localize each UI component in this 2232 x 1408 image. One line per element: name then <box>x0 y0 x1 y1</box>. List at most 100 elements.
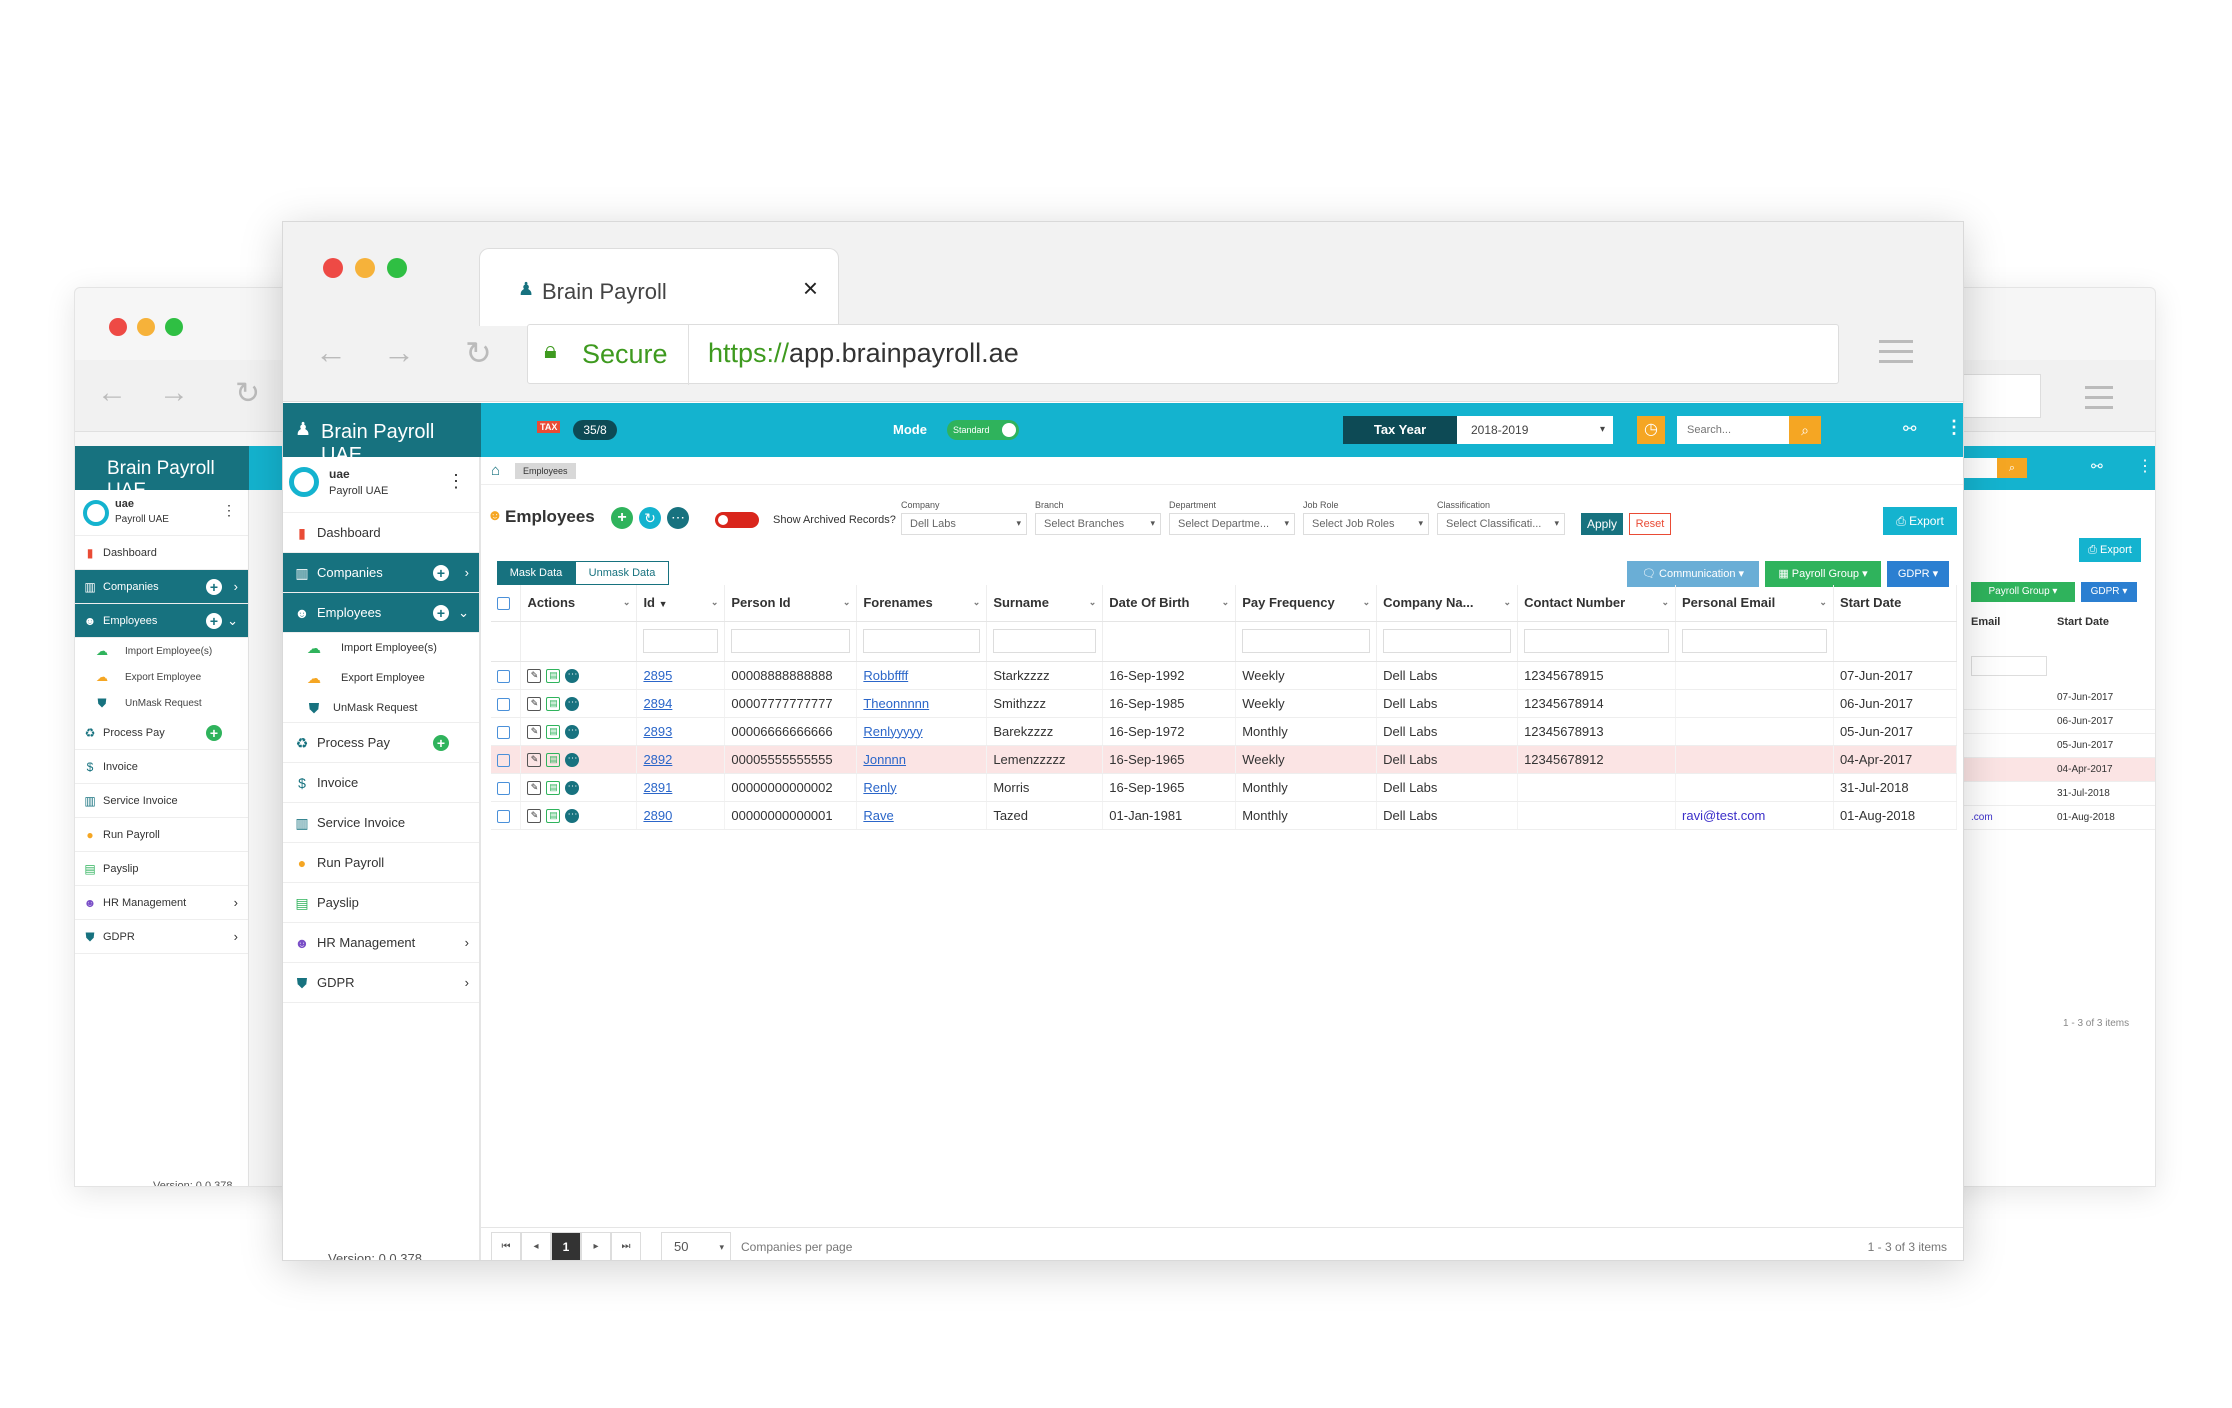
table-row[interactable]: ✎ ▤ ⋯ 2891 00000000000002 Renly Morris 16-Sep-1… <box>491 773 1958 802</box>
sidebar-item-invoice[interactable]: $ Invoice <box>283 763 479 803</box>
sidebar-item-import[interactable]: ☁ Import Employee(s) <box>283 633 479 663</box>
sidebar-item-payslip[interactable]: ▤ Payslip <box>283 883 479 923</box>
forename-link[interactable]: Robbffff <box>863 668 908 683</box>
table-row[interactable]: ✎ ▤ ⋯ 2892 00005555555555 Jonnnn Lemenzzzzz 16-… <box>491 745 1958 774</box>
count-badge[interactable]: 35/8 <box>573 420 617 440</box>
column-surname[interactable]: Surname ⌄ <box>986 585 1104 622</box>
row-checkbox[interactable] <box>497 781 510 795</box>
add-icon[interactable]: + <box>433 735 449 751</box>
document-icon[interactable]: ▤ <box>546 724 561 739</box>
add-icon[interactable]: + <box>206 579 222 595</box>
forename-link[interactable]: Renly <box>863 780 896 795</box>
forename-link[interactable]: Renlyyyyy <box>863 724 922 739</box>
filter-classification[interactable]: Select Classificati... <box>1437 513 1565 535</box>
address-bar[interactable]: 🔒︎ Secure https://app.brainpayroll.ae <box>527 324 1839 385</box>
sidebar-item-unmask[interactable]: ⛊ UnMask Request <box>283 693 479 723</box>
filter-forenames-input[interactable] <box>863 629 981 653</box>
personal-email[interactable]: ravi@test.com <box>1682 808 1765 823</box>
gdpr-button[interactable]: GDPR ▾ <box>2081 582 2137 602</box>
employee-id-link[interactable]: 2893 <box>643 724 672 739</box>
employee-id-link[interactable]: 2891 <box>643 780 672 795</box>
kebab-icon[interactable]: ⋮ <box>2137 456 2153 476</box>
document-icon[interactable]: ▤ <box>546 752 561 767</box>
more-icon[interactable]: ⋯ <box>667 507 689 529</box>
sidebar-item-gdpr[interactable]: ⛊ GDPR › <box>283 963 479 1003</box>
sidebar-item-process-pay[interactable]: ♻ Process Pay + <box>283 723 479 763</box>
refresh-icon[interactable]: ↻ <box>639 507 661 529</box>
share-icon[interactable]: ⚯ <box>1903 419 1916 439</box>
sidebar-item-unmask[interactable]: ⛊ UnMask Request <box>75 690 248 716</box>
prev-page-icon[interactable]: ◂ <box>521 1232 551 1260</box>
table-row[interactable]: ✎ ▤ ⋯ 2890 00000000000001 Rave Tazed 01-Jan-198… <box>491 801 1958 830</box>
search-icon[interactable]: ⌕ <box>1789 416 1821 444</box>
sidebar-item-run-payroll[interactable]: ● Run Payroll <box>75 818 248 852</box>
edit-icon[interactable]: ✎ <box>527 808 542 823</box>
column-start-date[interactable]: Start Date <box>1833 585 1958 622</box>
filter-frequency-input[interactable] <box>1242 629 1371 653</box>
page-size-select[interactable]: 50 ▾ <box>661 1232 731 1260</box>
share-icon[interactable]: ⚯ <box>2091 458 2103 475</box>
row-checkbox[interactable] <box>497 697 510 711</box>
clock-icon[interactable]: ◷ <box>1637 416 1665 444</box>
minimize-dot-icon[interactable] <box>355 258 375 278</box>
sidebar-item-employees[interactable]: ☻ Employees + ⌄ <box>283 593 479 633</box>
payroll-group-button[interactable]: ▦ Payroll Group ▾ <box>1765 561 1881 587</box>
document-icon[interactable]: ▤ <box>546 668 561 683</box>
browser-menu-icon[interactable] <box>1879 340 1913 370</box>
tax-year-select[interactable]: 2018-2019 ▾ <box>1457 416 1613 444</box>
brand[interactable]: ♟ Brain Payroll UAE <box>283 403 481 466</box>
home-icon[interactable]: ⌂ <box>491 462 500 479</box>
edit-icon[interactable]: ✎ <box>527 724 542 739</box>
filter-contact-input[interactable] <box>1524 629 1670 653</box>
column-email[interactable]: Email <box>1971 616 2000 628</box>
sidebar-item-companies[interactable]: ▥ Companies + › <box>283 553 479 593</box>
unmask-data-button[interactable]: Unmask Data <box>575 561 669 585</box>
column-company[interactable]: Company Na... ⌄ <box>1376 585 1519 622</box>
column-start-date[interactable]: Start Date <box>2057 616 2109 628</box>
filter-job-role[interactable]: Select Job Roles <box>1303 513 1429 535</box>
apply-button[interactable]: Apply <box>1581 513 1623 535</box>
filter-email-input[interactable] <box>1682 629 1827 653</box>
kebab-icon[interactable]: ⋮ <box>1945 417 1963 438</box>
mode-toggle[interactable]: Standard <box>947 420 1019 440</box>
archived-toggle[interactable] <box>715 512 759 528</box>
first-page-icon[interactable]: ⏮ <box>491 1232 521 1260</box>
sidebar-item-companies[interactable]: ▥ Companies + › <box>75 570 248 604</box>
column-dob[interactable]: Date Of Birth ⌄ <box>1102 585 1237 622</box>
more-icon[interactable]: ⋯ <box>565 668 580 683</box>
filter-id-input[interactable] <box>643 629 719 653</box>
next-page-icon[interactable]: ▸ <box>581 1232 611 1260</box>
sidebar-item-invoice[interactable]: $ Invoice <box>75 750 248 784</box>
export-button[interactable]: ⎙ Export <box>2079 538 2141 562</box>
row-checkbox[interactable] <box>497 669 510 683</box>
close-tab-icon[interactable]: × <box>803 273 818 304</box>
reload-icon[interactable]: ↻ <box>465 334 492 372</box>
employee-id-link[interactable]: 2894 <box>643 696 672 711</box>
browser-tab[interactable]: ♟ Brain Payroll × <box>479 248 839 326</box>
add-icon[interactable]: + <box>206 613 222 629</box>
mask-data-button[interactable]: Mask Data <box>497 561 575 585</box>
sidebar-item-dashboard[interactable]: ▮ Dashboard <box>283 513 479 553</box>
table-row[interactable]: ✎ ▤ ⋯ 2894 00007777777777 Theonnnnn Smithzzz 16… <box>491 689 1958 718</box>
employee-id-link[interactable]: 2892 <box>643 752 672 767</box>
search-icon[interactable]: ⌕ <box>1997 458 2027 478</box>
add-employee-icon[interactable]: + <box>611 507 633 529</box>
last-page-icon[interactable]: ⏭ <box>611 1232 641 1260</box>
close-dot-icon[interactable] <box>323 258 343 278</box>
more-icon[interactable]: ⋯ <box>565 752 580 767</box>
row-checkbox[interactable] <box>497 753 510 767</box>
more-icon[interactable]: ⋯ <box>565 808 580 823</box>
row-checkbox[interactable] <box>497 725 510 739</box>
forename-link[interactable]: Jonnnn <box>863 752 906 767</box>
edit-icon[interactable]: ✎ <box>527 696 542 711</box>
filter-company[interactable]: Dell Labs <box>901 513 1027 535</box>
sidebar-item-service-invoice[interactable]: ▥ Service Invoice <box>283 803 479 843</box>
forename-link[interactable]: Theonnnnn <box>863 696 929 711</box>
employee-id-link[interactable]: 2895 <box>643 668 672 683</box>
employee-id-link[interactable]: 2890 <box>643 808 672 823</box>
sidebar-item-employees[interactable]: ☻ Employees + ⌄ <box>75 604 248 638</box>
column-forenames[interactable]: Forenames ⌄ <box>856 585 988 622</box>
sidebar-item-run-payroll[interactable]: ● Run Payroll <box>283 843 479 883</box>
back-arrow-icon[interactable]: ← <box>315 334 347 371</box>
sidebar-item-export[interactable]: ☁ Export Employee <box>75 664 248 690</box>
